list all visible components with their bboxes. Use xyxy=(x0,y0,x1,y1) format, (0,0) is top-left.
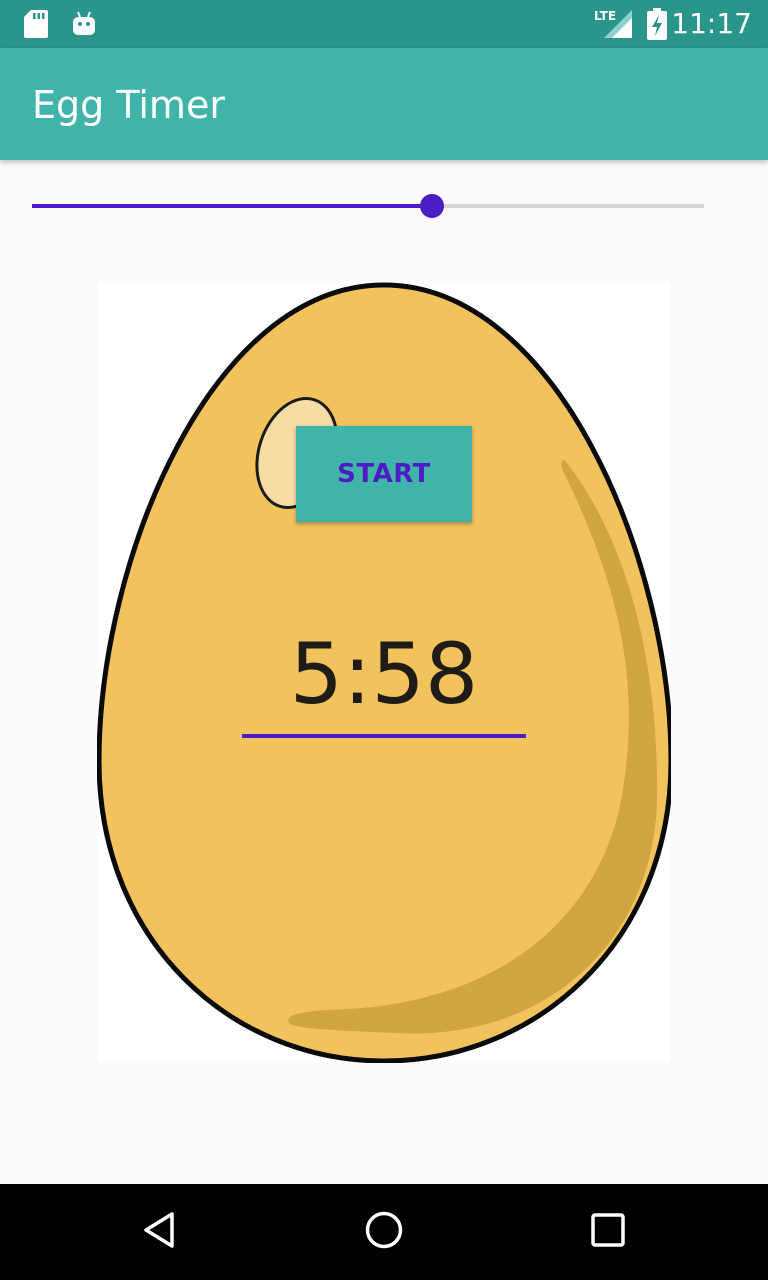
back-icon xyxy=(140,1210,180,1254)
seekbar-progress xyxy=(32,204,432,208)
navigation-bar xyxy=(0,1184,768,1280)
status-bar: LTE 11:17 xyxy=(0,0,768,48)
start-button[interactable]: START xyxy=(296,426,472,522)
android-icon xyxy=(72,0,96,48)
home-icon xyxy=(364,1210,404,1254)
home-button[interactable] xyxy=(336,1184,432,1280)
time-seekbar[interactable] xyxy=(32,186,704,226)
app-bar: Egg Timer xyxy=(0,48,768,160)
recents-button[interactable] xyxy=(560,1184,656,1280)
lte-signal-icon: LTE xyxy=(594,0,634,48)
timer-underline xyxy=(242,734,526,738)
back-button[interactable] xyxy=(112,1184,208,1280)
svg-text:LTE: LTE xyxy=(594,9,616,23)
status-time: 11:17 xyxy=(671,7,752,40)
timer-display: 5:58 xyxy=(289,625,479,723)
recents-icon xyxy=(588,1210,628,1254)
app-title: Egg Timer xyxy=(32,83,225,127)
seekbar-thumb[interactable] xyxy=(419,194,444,218)
battery-charging-icon xyxy=(646,0,668,48)
sd-card-icon xyxy=(24,0,48,48)
